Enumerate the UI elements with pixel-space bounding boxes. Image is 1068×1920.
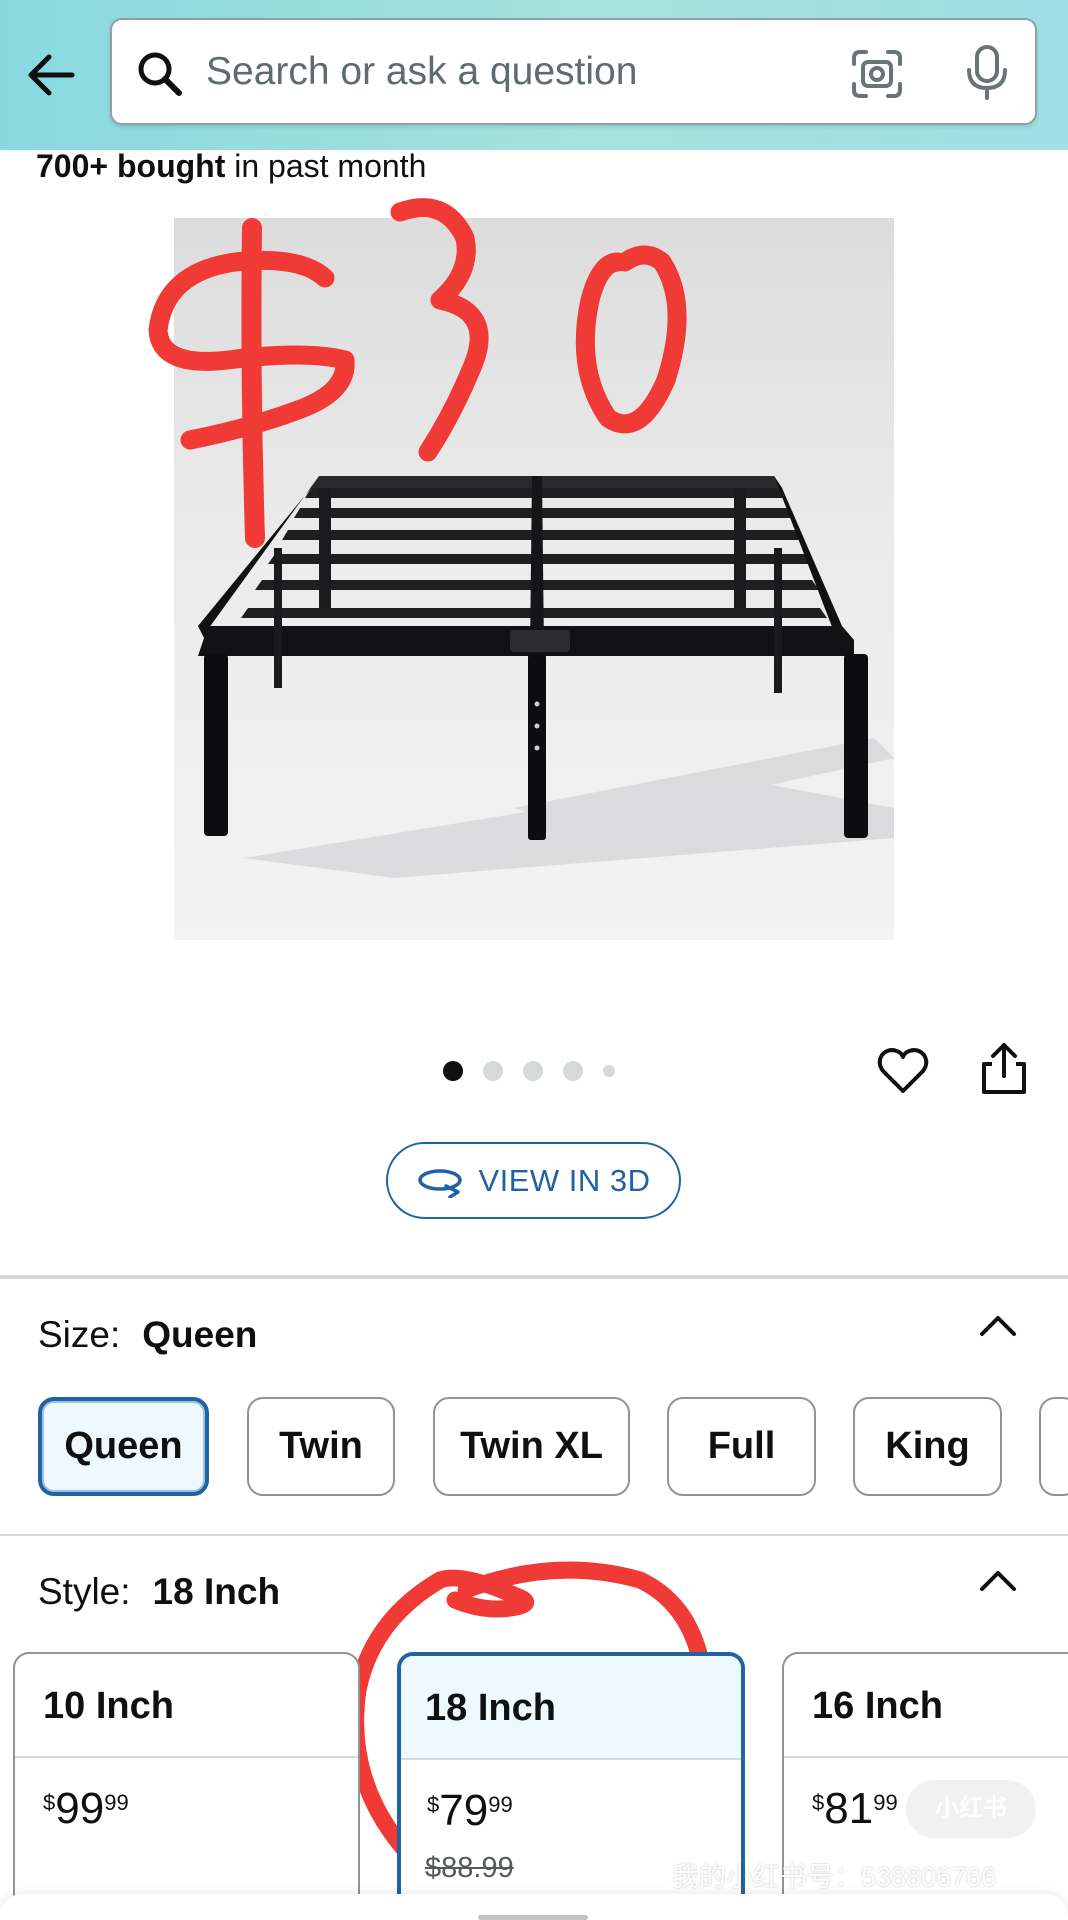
share-icon	[982, 1043, 1026, 1094]
style-option-price: $7999	[427, 1786, 513, 1835]
style-option-10-inch[interactable]: 10 Inch $9999	[13, 1652, 360, 1920]
share-button[interactable]	[976, 1040, 1032, 1098]
camera-lens-icon[interactable]	[850, 48, 904, 100]
size-option-king[interactable]: King	[853, 1397, 1002, 1496]
heart-icon	[877, 1048, 929, 1093]
style-option-name: 16 Inch	[784, 1654, 1068, 1758]
view-in-3d-label: VIEW IN 3D	[478, 1162, 651, 1198]
watermark-text: 我的小红书号：538806766	[672, 1862, 997, 1892]
back-arrow-icon	[28, 54, 75, 96]
list-price-strikethrough: $88.99	[425, 1852, 514, 1884]
bed-frame-image	[198, 476, 894, 878]
size-option-twin-xl[interactable]: Twin XL	[433, 1397, 630, 1496]
style-label: Style:	[38, 1571, 131, 1612]
size-option-full[interactable]: Full	[667, 1397, 816, 1496]
carousel-dot-2[interactable]	[483, 1061, 503, 1081]
search-bar[interactable]	[110, 18, 1037, 125]
chevron-up-icon[interactable]	[978, 1312, 1018, 1340]
add-to-list-button[interactable]	[875, 1043, 931, 1099]
view-in-3d-button[interactable]: VIEW IN 3D	[386, 1142, 681, 1219]
bought-count: 700+ bought	[36, 148, 226, 184]
bought-suffix: in past month	[225, 148, 427, 184]
style-option-price: $8199	[812, 1784, 898, 1833]
section-divider	[0, 1275, 1068, 1279]
size-selected-value: Queen	[142, 1314, 258, 1355]
sheet-drag-handle[interactable]	[478, 1915, 588, 1920]
search-input[interactable]	[206, 50, 706, 94]
rotate-3d-icon	[418, 1168, 463, 1198]
carousel-dot-3[interactable]	[523, 1061, 543, 1081]
style-option-name: 18 Inch	[401, 1656, 741, 1760]
style-selected-value: 18 Inch	[152, 1571, 281, 1612]
size-selector-title: Size: Queen	[38, 1313, 257, 1357]
size-option-twin[interactable]: Twin	[247, 1397, 395, 1496]
carousel-dot-1[interactable]	[443, 1061, 463, 1081]
microphone-icon[interactable]	[962, 44, 1012, 102]
carousel-dot-4[interactable]	[563, 1061, 583, 1081]
image-carousel-dots[interactable]	[443, 1060, 635, 1082]
carousel-dot-5[interactable]	[603, 1065, 615, 1077]
product-image[interactable]	[174, 218, 894, 940]
top-header	[0, 0, 1068, 150]
bottom-sheet[interactable]	[0, 1894, 1068, 1920]
back-button[interactable]	[22, 44, 84, 106]
bought-in-past-month: 700+ bought in past month	[36, 146, 426, 186]
style-option-price: $9999	[43, 1784, 129, 1833]
section-divider-thin	[0, 1534, 1068, 1536]
chevron-up-icon[interactable]	[978, 1567, 1018, 1595]
search-icon	[138, 52, 182, 96]
size-option-queen[interactable]: Queen	[38, 1397, 209, 1496]
style-option-name: 10 Inch	[15, 1654, 358, 1758]
watermark-badge: 小红书	[906, 1780, 1036, 1838]
size-label: Size:	[38, 1314, 121, 1355]
size-option-more[interactable]	[1039, 1397, 1068, 1496]
style-selector-title: Style: 18 Inch	[38, 1570, 280, 1614]
